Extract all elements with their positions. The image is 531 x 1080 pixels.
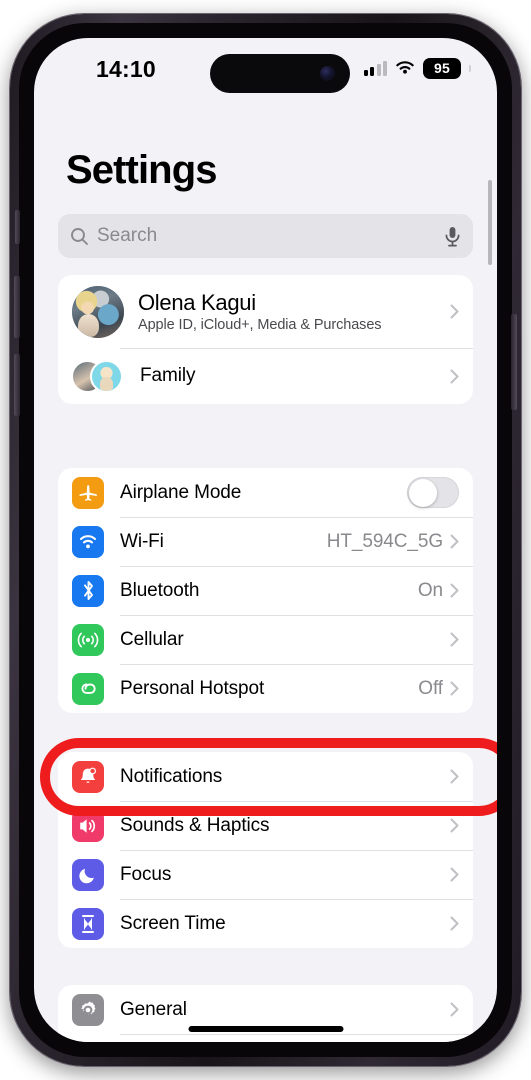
- cellular-signal-icon: [363, 60, 387, 76]
- toggle-knob: [408, 478, 437, 507]
- settings-row-airplane-mode[interactable]: Airplane Mode: [58, 468, 473, 517]
- settings-scroll-area[interactable]: Settings Search Olena Kagui Apple ID, iC…: [34, 38, 497, 1042]
- settings-row-label: Cellular: [120, 628, 184, 650]
- system-card: General Control Center: [58, 985, 473, 1042]
- microphone-icon[interactable]: [444, 226, 461, 247]
- battery-level-label: 95: [434, 60, 450, 76]
- scrollbar[interactable]: [488, 180, 492, 265]
- family-row[interactable]: Family: [58, 348, 473, 404]
- family-avatars: [71, 356, 124, 396]
- hotspot-link-icon: [72, 672, 104, 705]
- wifi-network-value: HT_594C_5G: [326, 530, 443, 552]
- search-input[interactable]: Search: [58, 214, 473, 258]
- chevron-right-icon: [450, 304, 459, 319]
- battery-icon: 95: [423, 57, 461, 79]
- settings-row-label: Screen Time: [120, 912, 226, 934]
- airplane-icon: [72, 476, 104, 509]
- phone-frame: 14:10 95 Settings Search Olena Kagui App…: [10, 14, 521, 1066]
- chevron-right-icon: [450, 867, 459, 882]
- apple-id-row[interactable]: Olena Kagui Apple ID, iCloud+, Media & P…: [58, 275, 473, 348]
- cellular-icon: [72, 623, 104, 656]
- status-bar: 14:10 95: [34, 38, 497, 104]
- wifi-icon: [72, 525, 104, 558]
- chevron-right-icon: [450, 769, 459, 784]
- wifi-icon: [396, 61, 414, 74]
- chevron-right-icon: [450, 583, 459, 598]
- front-camera-icon: [320, 66, 335, 81]
- battery-nub: [469, 64, 471, 72]
- search-icon: [71, 227, 88, 245]
- settings-row-label: Notifications: [120, 765, 223, 787]
- account-card: Olena Kagui Apple ID, iCloud+, Media & P…: [58, 275, 473, 404]
- profile-name: Olena Kagui: [138, 290, 256, 315]
- gear-icon: [72, 993, 104, 1026]
- settings-row-label: Bluetooth: [120, 579, 200, 601]
- speaker-icon: [72, 809, 104, 842]
- mute-switch-button[interactable]: [15, 210, 20, 244]
- settings-row-screen-time[interactable]: Screen Time: [58, 899, 473, 948]
- hotspot-state-value: Off: [418, 677, 443, 699]
- search-placeholder: Search: [97, 225, 158, 246]
- chevron-right-icon: [450, 681, 459, 696]
- settings-row-wifi[interactable]: Wi-Fi HT_594C_5G: [58, 517, 473, 566]
- power-button[interactable]: [511, 314, 517, 410]
- chevron-right-icon: [450, 818, 459, 833]
- phone-screen: 14:10 95 Settings Search Olena Kagui App…: [34, 38, 497, 1042]
- settings-row-sounds-haptics[interactable]: Sounds & Haptics: [58, 801, 473, 850]
- chevron-right-icon: [450, 369, 459, 383]
- chevron-right-icon: [450, 632, 459, 647]
- profile-text: Olena Kagui Apple ID, iCloud+, Media & P…: [138, 290, 382, 333]
- status-indicators: 95: [363, 56, 471, 80]
- settings-row-notifications[interactable]: Notifications: [58, 752, 473, 801]
- settings-row-label: Airplane Mode: [120, 481, 242, 503]
- settings-row-focus[interactable]: Focus: [58, 850, 473, 899]
- settings-row-control-center[interactable]: Control Center: [58, 1034, 473, 1042]
- home-indicator[interactable]: [188, 1026, 343, 1032]
- settings-row-bluetooth[interactable]: Bluetooth On: [58, 566, 473, 615]
- chevron-right-icon: [450, 916, 459, 931]
- status-time: 14:10: [96, 56, 156, 82]
- settings-row-cellular[interactable]: Cellular: [58, 615, 473, 664]
- settings-row-label: Wi-Fi: [120, 530, 164, 552]
- settings-row-label: Focus: [120, 863, 172, 885]
- moon-icon: [72, 858, 104, 891]
- hourglass-icon: [72, 907, 104, 940]
- family-avatar-2: [90, 360, 123, 393]
- page-title: Settings: [66, 148, 217, 192]
- volume-up-button[interactable]: [14, 276, 20, 338]
- settings-row-personal-hotspot[interactable]: Personal Hotspot Off: [58, 664, 473, 713]
- airplane-mode-toggle[interactable]: [407, 477, 459, 508]
- chevron-right-icon: [450, 534, 459, 549]
- bluetooth-icon: [72, 574, 104, 607]
- settings-row-label: Sounds & Haptics: [120, 814, 270, 836]
- bluetooth-state-value: On: [417, 579, 443, 601]
- profile-subtitle: Apple ID, iCloud+, Media & Purchases: [138, 317, 382, 333]
- settings-row-label: Personal Hotspot: [120, 677, 265, 699]
- chevron-right-icon: [450, 1002, 459, 1017]
- notifications-card: Notifications Sounds & Haptics Focus Scr…: [58, 752, 473, 948]
- bell-badge-icon: [72, 760, 104, 793]
- profile-avatar: [72, 285, 124, 338]
- volume-down-button[interactable]: [14, 354, 20, 416]
- connectivity-card: Airplane Mode Wi-Fi HT_594C_5G Bluetooth…: [58, 468, 473, 713]
- dynamic-island: [210, 54, 350, 93]
- family-label: Family: [140, 365, 196, 386]
- settings-row-label: General: [120, 998, 187, 1020]
